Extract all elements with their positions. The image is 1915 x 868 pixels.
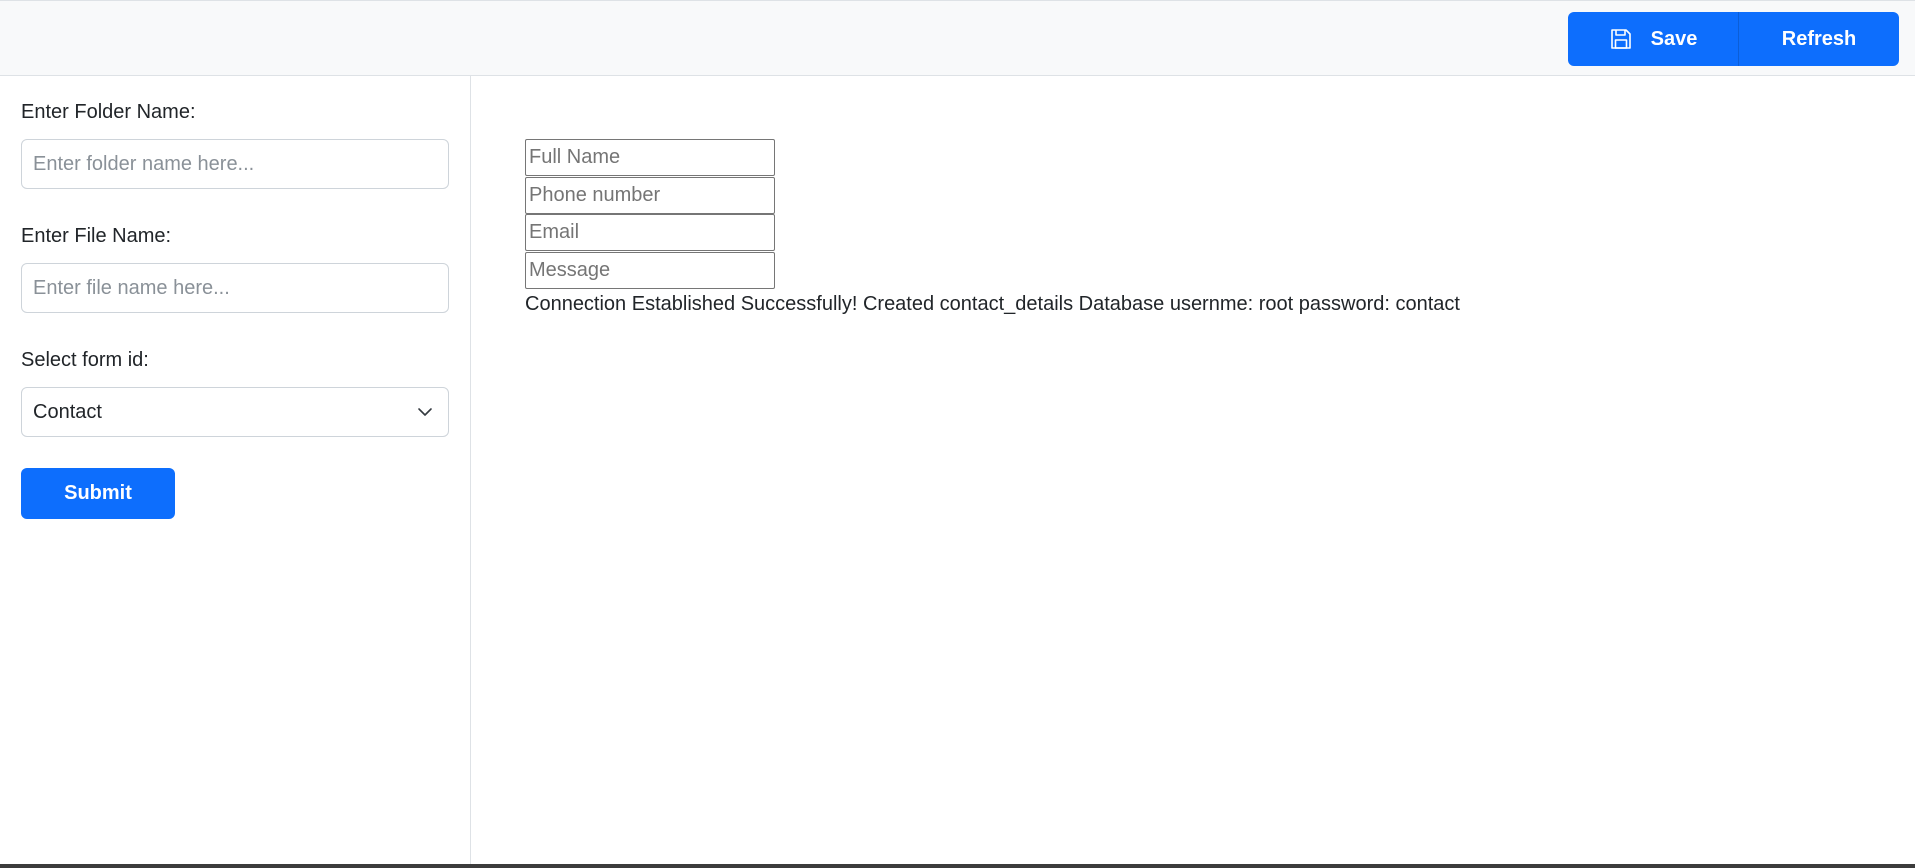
file-name-label: Enter File Name: (21, 225, 172, 247)
connection-status-message: Connection Established Successfully! Cre… (525, 293, 1460, 315)
window-bottom-edge (0, 864, 1915, 868)
folder-name-label: Enter Folder Name: (21, 101, 196, 123)
toolbar-button-group: Save Refresh (1568, 12, 1899, 66)
floppy-disk-icon (1610, 29, 1631, 49)
sidebar-form-panel: Enter Folder Name: Enter File Name: Sele… (0, 76, 471, 868)
folder-name-input[interactable] (21, 139, 449, 189)
save-button[interactable]: Save (1568, 12, 1739, 66)
form-id-label: Select form id: (21, 349, 149, 371)
phone-number-input[interactable] (525, 177, 775, 214)
email-input[interactable] (525, 214, 775, 251)
chevron-down-icon (418, 408, 432, 416)
file-name-input[interactable] (21, 263, 449, 313)
save-button-label: Save (1650, 27, 1698, 50)
message-input[interactable] (525, 252, 775, 289)
form-id-selected-value: Contact (33, 400, 102, 423)
refresh-button[interactable]: Refresh (1739, 12, 1899, 66)
form-id-select[interactable]: Contact (21, 387, 449, 437)
submit-button[interactable]: Submit (21, 468, 175, 519)
full-name-input[interactable] (525, 139, 775, 176)
main-content: Connection Established Successfully! Cre… (472, 76, 1915, 868)
top-toolbar: Save Refresh (0, 0, 1915, 76)
